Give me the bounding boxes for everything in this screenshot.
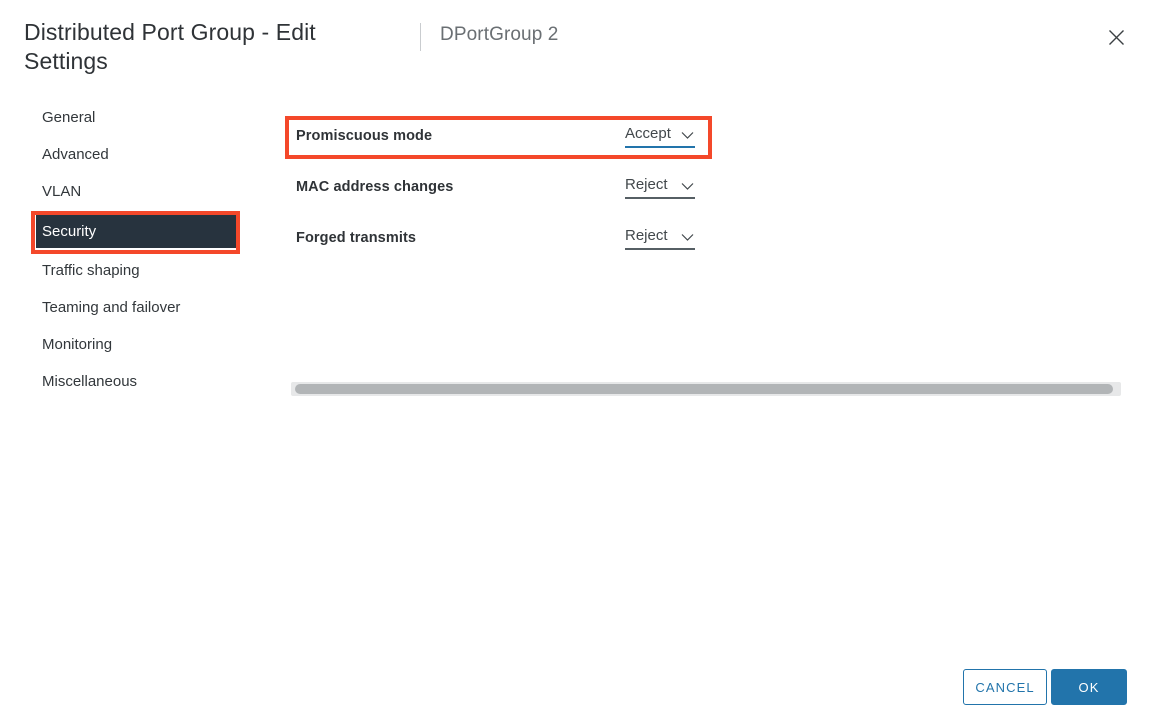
sidebar-item-teaming-and-failover[interactable]: Teaming and failover	[0, 294, 280, 322]
forged-transmits-value: Reject	[625, 227, 668, 244]
dialog-footer: CANCEL OK	[0, 655, 1149, 725]
mac-address-changes-label: MAC address changes	[296, 179, 454, 195]
page-title: Distributed Port Group - Edit Settings	[24, 18, 404, 76]
sidebar-item-label: Monitoring	[42, 336, 113, 353]
sidebar-item-traffic-shaping[interactable]: Traffic shaping	[0, 257, 280, 285]
cancel-button[interactable]: CANCEL	[963, 669, 1047, 705]
sidebar-item-security[interactable]: Security	[36, 215, 240, 248]
header-divider	[420, 23, 421, 51]
sidebar-item-label: Teaming and failover	[42, 299, 181, 316]
sidebar-item-label: Advanced	[42, 146, 109, 163]
sidebar-item-miscellaneous[interactable]: Miscellaneous	[0, 368, 280, 396]
sidebar-item-label: Miscellaneous	[42, 373, 138, 390]
sidebar-item-label: Traffic shaping	[42, 262, 140, 279]
chevron-down-icon	[681, 182, 694, 191]
promiscuous-mode-label: Promiscuous mode	[296, 128, 433, 144]
field-row-promiscuous-mode: Promiscuous mode Accept	[280, 104, 1125, 155]
dialog-header: Distributed Port Group - Edit Settings D…	[0, 0, 1149, 92]
mac-address-changes-value: Reject	[625, 176, 668, 193]
sidebar-item-monitoring[interactable]: Monitoring	[0, 331, 280, 359]
field-row-forged-transmits: Forged transmits Reject	[280, 206, 1125, 257]
horizontal-scrollbar-thumb[interactable]	[295, 384, 1113, 394]
field-row-mac-address-changes: MAC address changes Reject	[280, 155, 1125, 206]
mac-address-changes-select[interactable]: Reject	[625, 175, 695, 199]
horizontal-scrollbar-track[interactable]	[291, 382, 1121, 396]
close-button[interactable]	[1101, 22, 1131, 52]
promiscuous-mode-select[interactable]: Accept	[625, 124, 695, 148]
sidebar-item-vlan[interactable]: VLAN	[0, 178, 280, 206]
header-subtitle: DPortGroup 2	[440, 24, 559, 45]
sidebar-item-label: General	[42, 109, 96, 126]
chevron-down-icon	[681, 233, 694, 242]
security-settings-panel: Promiscuous mode Accept MAC address chan…	[280, 104, 1125, 257]
sidebar-item-label: VLAN	[42, 183, 82, 200]
forged-transmits-select[interactable]: Reject	[625, 226, 695, 250]
close-icon	[1108, 29, 1125, 46]
sidebar-item-general[interactable]: General	[0, 104, 280, 132]
ok-button[interactable]: OK	[1051, 669, 1127, 705]
sidebar-item-label: Security	[42, 223, 97, 240]
forged-transmits-label: Forged transmits	[296, 230, 417, 246]
dialog-title-text: Distributed Port Group - Edit Settings	[24, 19, 316, 74]
settings-sidebar: General Advanced VLAN Security Traffic s…	[0, 104, 280, 405]
sidebar-item-advanced[interactable]: Advanced	[0, 141, 280, 169]
chevron-down-icon	[681, 131, 694, 140]
promiscuous-mode-value: Accept	[625, 125, 671, 142]
